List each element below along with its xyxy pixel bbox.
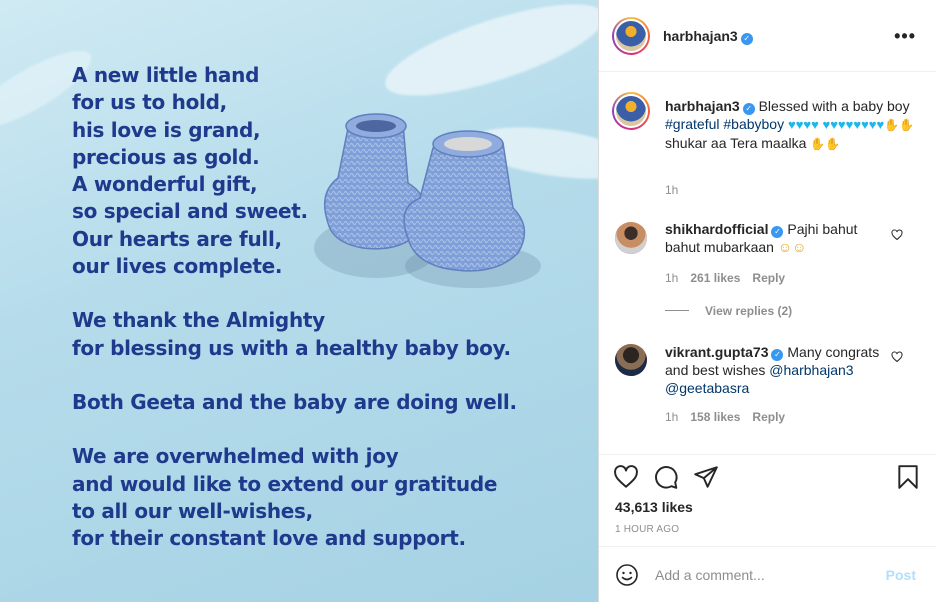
comment-meta: 1h 158 likes Reply <box>665 410 797 424</box>
avatar[interactable] <box>612 17 650 55</box>
poem-line: for their constant love and support. <box>72 526 466 551</box>
post-side-panel: harbhajan3 ✓ ••• harbhajan3 ✓ Blessed with… <box>599 0 936 602</box>
post-actions: 43,613 likes 1 HOUR AGO <box>599 454 936 554</box>
caption-suffix: shukar aa Tera maalka <box>665 135 807 151</box>
comment-likes[interactable]: 261 likes <box>690 271 740 285</box>
comment-meta: 1h 261 likes Reply <box>665 271 797 285</box>
reply-button[interactable]: Reply <box>752 410 785 424</box>
poem-line: precious as gold. <box>72 144 260 169</box>
caption-time[interactable]: 1h <box>665 183 678 197</box>
poem-line: so special and sweet. <box>72 199 308 224</box>
poem-line: Both Geeta and the baby are doing well. <box>72 389 517 414</box>
like-comment-heart-icon[interactable] <box>891 229 903 241</box>
header-username[interactable]: harbhajan3 <box>663 28 738 44</box>
emoji-smiley-icon[interactable] <box>615 563 639 587</box>
comment-input[interactable] <box>655 565 875 585</box>
comment-text: vikrant.gupta73 ✓ Many congrats and best … <box>665 343 885 397</box>
blue-heart-emoji-icon: ♥♥♥♥ ♥♥♥♥♥♥♥♥ <box>787 117 885 132</box>
like-heart-icon[interactable] <box>613 464 639 490</box>
hashtag-link[interactable]: #grateful <box>665 116 719 132</box>
poem-line: his love is grand, <box>72 117 261 142</box>
poem-line: our lives complete. <box>72 254 283 279</box>
caption-text: harbhajan3 ✓ Blessed with a baby boy #gra… <box>665 97 915 153</box>
caption-body: Blessed with a baby boy <box>758 98 910 114</box>
comment-username[interactable]: shikhardofficial <box>665 221 768 237</box>
share-paper-plane-icon[interactable] <box>693 464 719 490</box>
poem-gap <box>72 362 572 389</box>
comment-time[interactable]: 1h <box>665 271 678 285</box>
likes-count[interactable]: 43,613 likes <box>615 499 693 515</box>
save-bookmark-icon[interactable] <box>895 464 921 490</box>
like-comment-heart-icon[interactable] <box>891 351 903 363</box>
verified-badge-icon: ✓ <box>740 33 753 45</box>
hashtag-link[interactable]: #babyboy <box>723 116 784 132</box>
verified-badge-icon: ✓ <box>742 103 755 115</box>
post-image[interactable]: A new little hand for us to hold, his lo… <box>0 0 598 602</box>
poem-line: A new little hand <box>72 63 260 87</box>
comments-list: harbhajan3 ✓ Blessed with a baby boy #gra… <box>599 72 936 454</box>
poem-gap <box>72 280 572 307</box>
comment-username[interactable]: vikrant.gupta73 <box>665 344 768 360</box>
pray-emoji-icon: ✋✋ <box>884 118 915 132</box>
poem-line: and would like to extend our gratitude <box>72 471 498 496</box>
poem-line: We thank the Almighty <box>72 308 325 333</box>
avatar[interactable] <box>615 222 647 254</box>
smile-emoji-icon: ☺☺ <box>777 239 807 255</box>
poem-gap <box>72 416 572 443</box>
caption-meta: 1h <box>665 183 690 197</box>
comment-time[interactable]: 1h <box>665 410 678 424</box>
poem-text: A new little hand for us to hold, his lo… <box>72 62 572 552</box>
poem-line: We are overwhelmed with joy <box>72 444 399 469</box>
comment-composer: Post <box>599 546 936 602</box>
more-horizontal-icon[interactable]: ••• <box>894 26 916 47</box>
comment-likes[interactable]: 158 likes <box>690 410 740 424</box>
pray-emoji-icon: ✋✋ <box>810 137 841 151</box>
mention-link[interactable]: @geetabasra <box>665 380 749 396</box>
view-replies-button[interactable]: View replies (2) <box>665 304 792 318</box>
verified-badge-icon: ✓ <box>771 226 784 238</box>
post-time-ago[interactable]: 1 HOUR AGO <box>615 524 679 535</box>
comment-text: shikhardofficial ✓ Pajhi bahut bahut muba… <box>665 220 885 256</box>
verified-badge-icon: ✓ <box>771 349 784 361</box>
view-replies-label: View replies (2) <box>705 304 793 318</box>
post-header: harbhajan3 ✓ ••• <box>599 0 936 72</box>
reply-button[interactable]: Reply <box>752 271 785 285</box>
poem-line: A wonderful gift, <box>72 172 258 197</box>
poem-line: for blessing us with a healthy baby boy. <box>72 335 511 360</box>
avatar[interactable] <box>612 92 650 130</box>
replies-dash <box>665 310 689 311</box>
mention-link[interactable]: @harbhajan3 <box>769 362 853 378</box>
post-comment-button[interactable]: Post <box>886 567 916 583</box>
poem-line: Our hearts are full, <box>72 226 282 251</box>
caption-username[interactable]: harbhajan3 <box>665 98 740 114</box>
poem-line: to all our well-wishes, <box>72 498 313 523</box>
poem-line: for us to hold, <box>72 90 227 115</box>
avatar[interactable] <box>615 344 647 376</box>
comment-bubble-icon[interactable] <box>653 464 679 490</box>
header-user: harbhajan3 ✓ <box>663 28 753 46</box>
